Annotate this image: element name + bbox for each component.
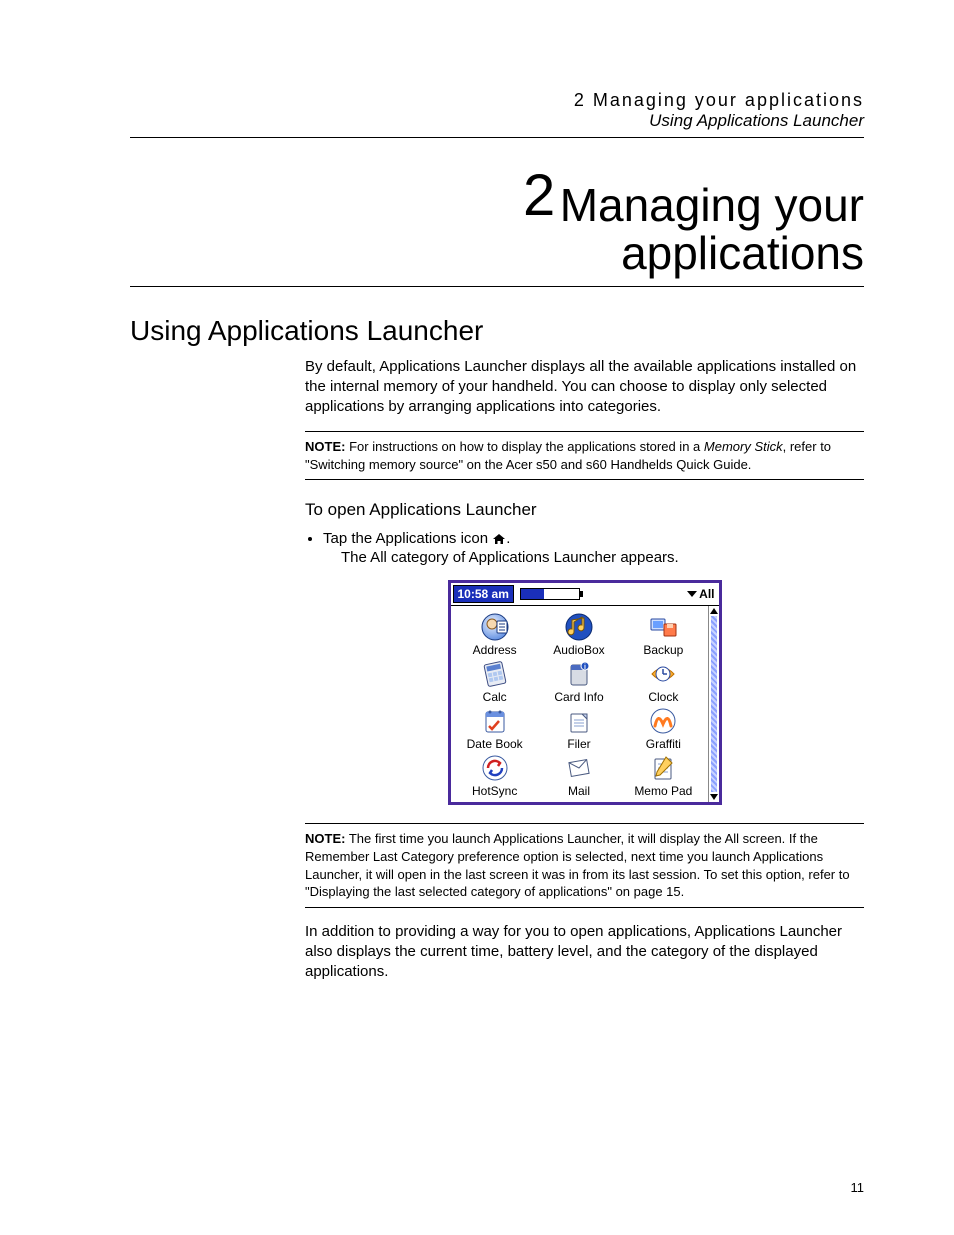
palm-time: 10:58 am <box>453 585 514 603</box>
app-hotsync[interactable]: HotSync <box>453 753 537 798</box>
header-section: Using Applications Launcher <box>130 111 864 131</box>
app-clock[interactable]: Clock <box>621 659 705 704</box>
app-filer[interactable]: Filer <box>537 706 621 751</box>
svg-text:i: i <box>584 664 586 671</box>
app-datebook[interactable]: Date Book <box>453 706 537 751</box>
instruction-item: Tap the Applications icon . The All cate… <box>323 530 864 566</box>
header-chapter: 2 Managing your applications <box>130 90 864 111</box>
chapter-number: 2 <box>523 163 555 228</box>
divider <box>130 286 864 287</box>
scroll-track <box>711 616 717 792</box>
app-calc[interactable]: Calc <box>453 659 537 704</box>
instruction-list: Tap the Applications icon . The All cate… <box>323 530 864 566</box>
divider <box>130 137 864 138</box>
palm-statusbar: 10:58 am All <box>451 583 719 606</box>
note-box: NOTE: The first time you launch Applicat… <box>305 823 864 907</box>
palm-category-selector[interactable]: All <box>687 587 716 601</box>
page-number: 11 <box>851 1180 865 1195</box>
palm-app-grid: Address AudioBox Backup Calc <box>451 606 708 802</box>
app-address[interactable]: Address <box>453 612 537 657</box>
note-box: NOTE: For instructions on how to display… <box>305 431 864 480</box>
running-header: 2 Managing your applications Using Appli… <box>130 90 864 131</box>
palm-category-label: All <box>699 587 714 601</box>
note-text: The first time you launch Applications L… <box>305 831 850 899</box>
chapter-text: Managing your applications <box>560 179 864 279</box>
bullet-text: Tap the Applications icon <box>323 530 492 547</box>
app-backup[interactable]: Backup <box>621 612 705 657</box>
bullet-subline: The All category of Applications Launche… <box>341 549 864 566</box>
app-mail[interactable]: Mail <box>537 753 621 798</box>
intro-paragraph: By default, Applications Launcher displa… <box>305 357 864 418</box>
note-label: NOTE: <box>305 831 345 846</box>
subsection-heading: To open Applications Launcher <box>305 500 864 520</box>
scroll-up-icon <box>710 608 718 614</box>
closing-paragraph: In addition to providing a way for you t… <box>305 922 864 983</box>
app-audiobox[interactable]: AudioBox <box>537 612 621 657</box>
app-cardinfo[interactable]: i Card Info <box>537 659 621 704</box>
home-icon <box>492 532 506 549</box>
palm-device: 10:58 am All Address <box>448 580 722 805</box>
app-memopad[interactable]: Memo Pad <box>621 753 705 798</box>
chapter-title: 2 Managing your applications <box>290 166 864 278</box>
note-label: NOTE: <box>305 439 345 454</box>
note-text-a: For instructions on how to display the a… <box>349 439 704 454</box>
note-memory-stick: Memory Stick <box>704 439 783 454</box>
launcher-screenshot: 10:58 am All Address <box>305 580 864 805</box>
battery-icon <box>520 588 580 600</box>
palm-scrollbar[interactable] <box>708 606 719 802</box>
dropdown-triangle-icon <box>687 591 697 597</box>
app-graffiti[interactable]: Graffiti <box>621 706 705 751</box>
section-heading: Using Applications Launcher <box>130 315 864 347</box>
scroll-down-icon <box>710 794 718 800</box>
bullet-tail: . <box>506 530 510 547</box>
